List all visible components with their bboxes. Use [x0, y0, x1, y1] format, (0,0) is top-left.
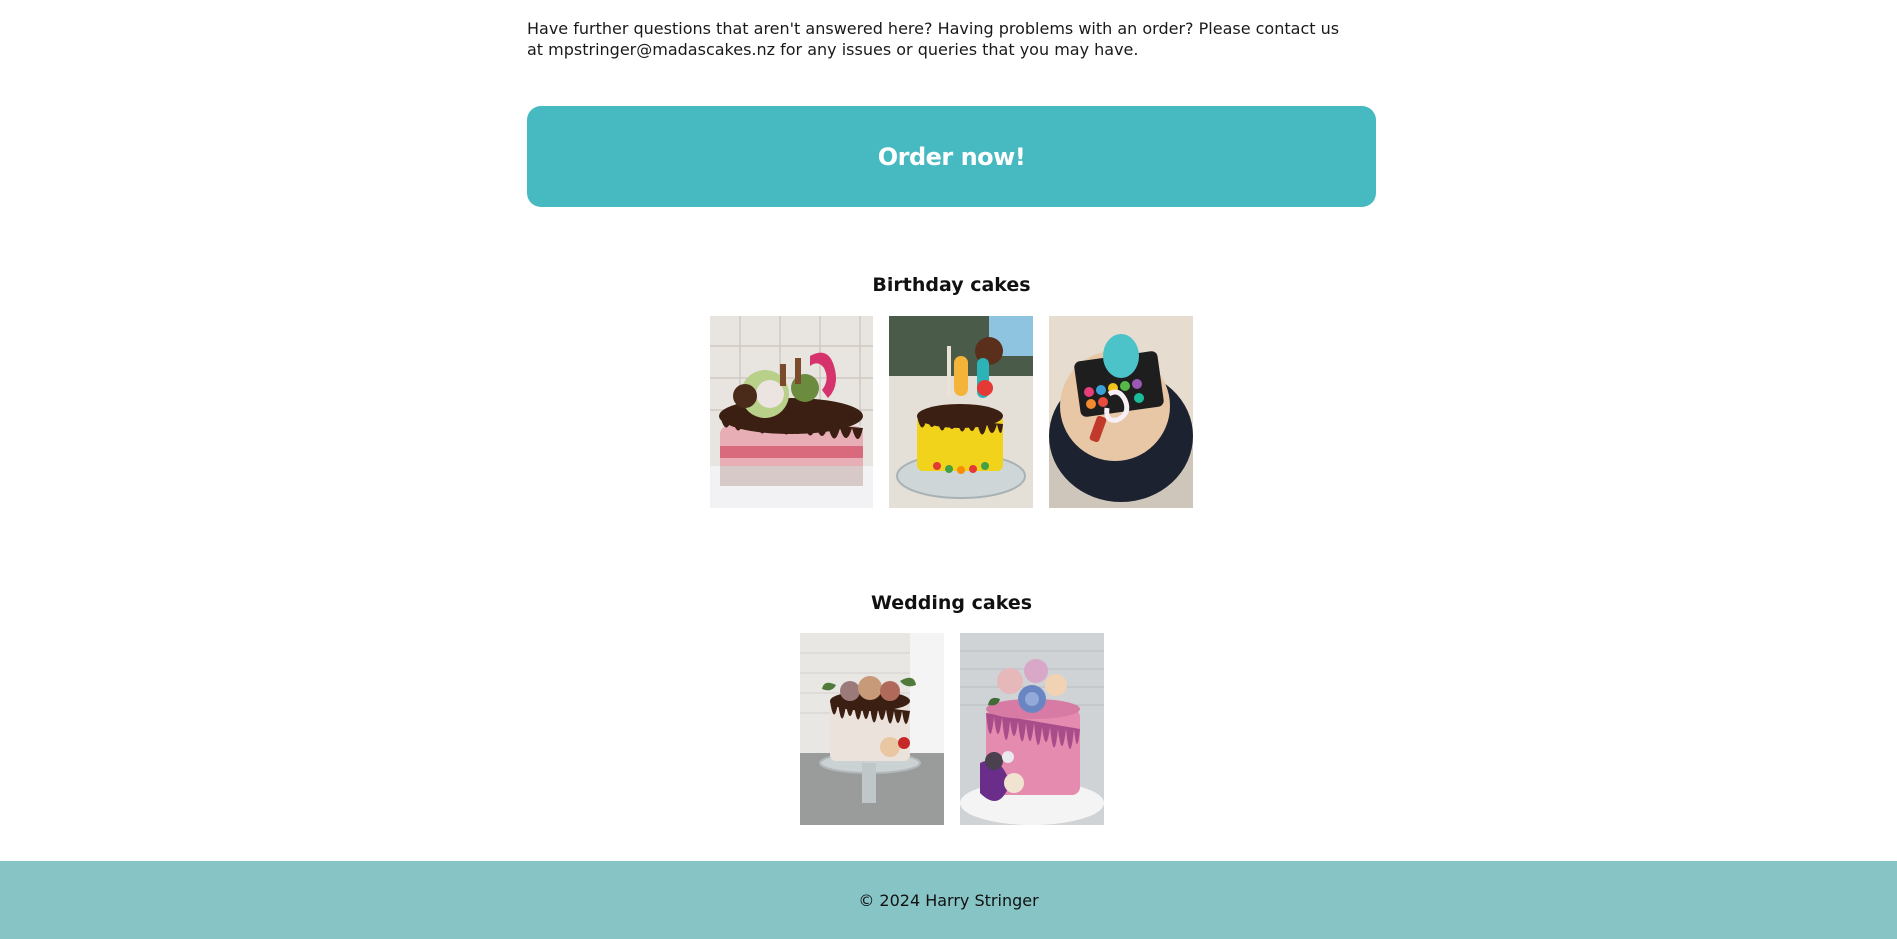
wedding-cakes-heading: Wedding cakes	[870, 592, 1033, 614]
birthday-gallery	[710, 316, 1193, 508]
birthday-cake-photo-2[interactable]	[889, 316, 1033, 508]
page: Have further questions that aren't answe…	[0, 0, 1897, 939]
birthday-cake-photo-1[interactable]	[710, 316, 873, 508]
birthday-cakes-heading: Birthday cakes	[872, 274, 1031, 296]
contact-paragraph: Have further questions that aren't answe…	[527, 19, 1340, 59]
footer-copyright: © 2024 Harry Stringer	[858, 890, 1039, 910]
wedding-cake-photo-1[interactable]	[800, 633, 944, 825]
wedding-gallery	[800, 633, 1104, 825]
footer: © 2024 Harry Stringer	[0, 861, 1897, 939]
order-now-button[interactable]: Order now!	[527, 106, 1376, 207]
birthday-cake-photo-3[interactable]	[1049, 316, 1193, 508]
wedding-cake-photo-2[interactable]	[960, 633, 1104, 825]
